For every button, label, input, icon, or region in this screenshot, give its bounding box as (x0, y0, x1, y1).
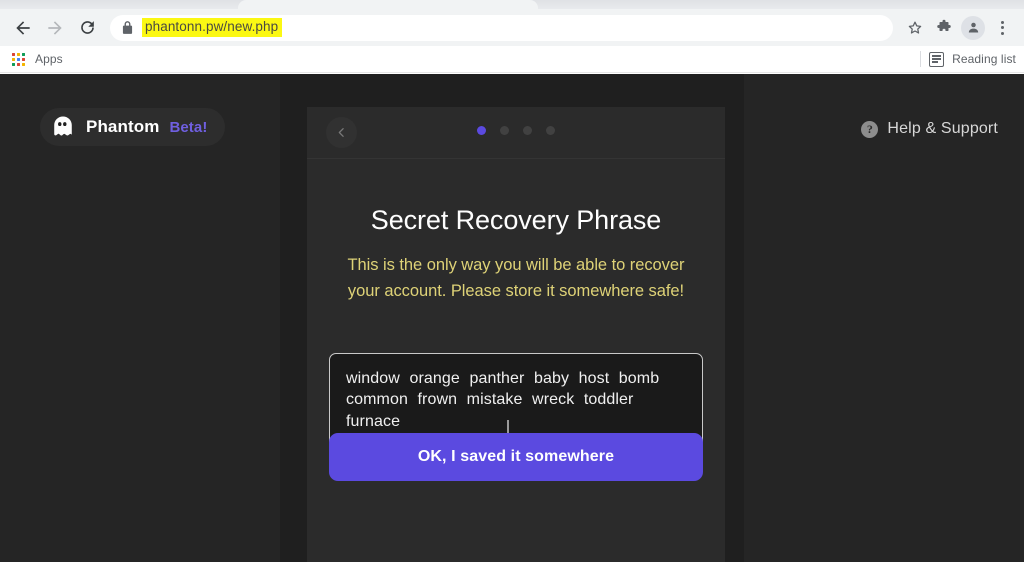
page-content: Phantom Beta! ? Help & Support Secret Re… (0, 74, 1024, 562)
star-icon (908, 21, 922, 34)
reading-list-icon (929, 51, 945, 67)
step-dot-2[interactable] (500, 126, 509, 135)
brand-name: Phantom (86, 117, 160, 136)
avatar (961, 15, 985, 40)
bookmarks-divider (920, 51, 922, 67)
step-dot-4[interactable] (546, 126, 555, 135)
address-bar[interactable]: phantonn.pw/new.php (110, 14, 893, 41)
step-indicator (307, 126, 725, 135)
browser-window: phantonn.pw/new.php Apps Reading list Ph… (0, 0, 1024, 562)
bookmark-apps[interactable]: Apps (10, 51, 63, 67)
browser-menu-button[interactable] (988, 14, 1016, 42)
bookmark-star-button[interactable] (901, 14, 929, 42)
card-header (307, 107, 725, 159)
page-side-left (0, 74, 280, 562)
help-support-label: Help & Support (887, 120, 998, 137)
help-support-link[interactable]: ? Help & Support (861, 120, 998, 138)
back-button[interactable] (8, 13, 38, 43)
forward-button[interactable] (40, 13, 70, 43)
active-tab[interactable] (238, 0, 538, 9)
profile-button[interactable] (959, 14, 987, 42)
page-title: Secret Recovery Phrase (370, 205, 662, 235)
kebab-dot (1000, 31, 1004, 35)
card-body: Secret Recovery Phrase This is the only … (307, 159, 725, 562)
page-side-right (744, 74, 1024, 562)
kebab-dot (1000, 20, 1004, 24)
toolbar-actions (901, 14, 1016, 42)
reload-button[interactable] (72, 13, 102, 43)
brand-beta-label: Beta! (169, 118, 208, 136)
reload-icon (80, 21, 94, 34)
arrow-right-icon (48, 20, 62, 35)
step-dot-3[interactable] (523, 126, 532, 135)
apps-label: Apps (35, 52, 63, 66)
lock-icon (120, 21, 134, 35)
person-icon (968, 22, 978, 33)
browser-toolbar: phantonn.pw/new.php (0, 9, 1024, 46)
arrow-left-icon (16, 20, 30, 35)
tab-strip (0, 0, 1024, 9)
reading-list-area: Reading list (920, 51, 1016, 67)
warning-text: This is the only way you will be able to… (347, 256, 685, 301)
phantom-brand[interactable]: Phantom Beta! (40, 108, 226, 146)
kebab-dot (1000, 26, 1004, 29)
extensions-button[interactable] (930, 14, 958, 42)
reading-list-label[interactable]: Reading list (952, 52, 1016, 66)
bookmarks-bar: Apps Reading list (0, 46, 1024, 73)
seed-phrase-text: window orange panther baby host bomb com… (346, 370, 660, 430)
step-dot-1[interactable] (477, 126, 486, 135)
confirm-saved-button[interactable]: OK, I saved it somewhere (329, 433, 703, 481)
url-text[interactable]: phantonn.pw/new.php (142, 17, 283, 38)
apps-grid-icon (10, 51, 26, 67)
puzzle-icon (937, 19, 951, 31)
ghost-icon (54, 116, 72, 136)
recovery-phrase-card: Secret Recovery Phrase This is the only … (307, 107, 725, 562)
question-circle-icon: ? (861, 120, 879, 138)
